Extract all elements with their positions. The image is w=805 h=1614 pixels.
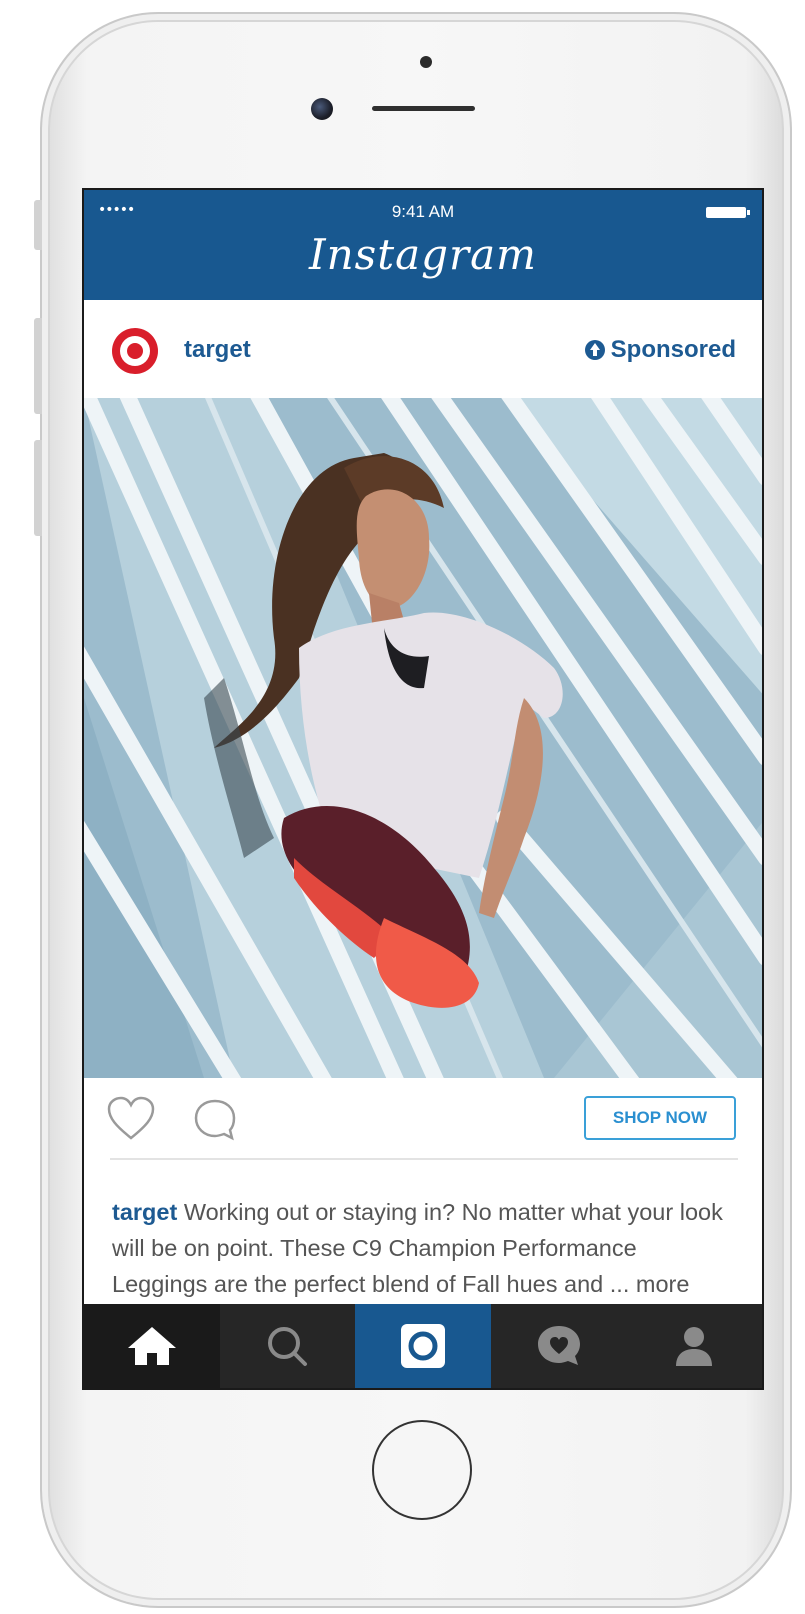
search-icon: [268, 1327, 308, 1366]
tab-activity[interactable]: [491, 1304, 627, 1388]
mute-switch: [34, 200, 42, 250]
caption-text: Working out or staying in? No matter wha…: [112, 1199, 723, 1297]
status-bar: ••••• 9:41 AM: [84, 190, 762, 230]
app-title: Instagram: [309, 230, 537, 279]
sponsored-label[interactable]: Sponsored: [584, 336, 736, 364]
bottom-tab-bar: [84, 1304, 762, 1388]
target-logo-avatar[interactable]: [112, 328, 158, 374]
post-header: target Sponsored: [84, 300, 762, 398]
home-icon: [127, 1327, 176, 1365]
caption-username[interactable]: target: [112, 1199, 177, 1225]
earpiece-speaker: [372, 106, 475, 111]
instagram-header: ••••• 9:41 AM Instagram: [84, 190, 762, 300]
comment-bubble-icon[interactable]: [192, 1098, 238, 1147]
home-button[interactable]: [372, 1420, 472, 1520]
sponsored-text: Sponsored: [610, 336, 736, 363]
activity-icon: [537, 1326, 580, 1365]
tab-search[interactable]: [220, 1304, 356, 1388]
status-time: 9:41 AM: [391, 202, 455, 221]
post-photo-illustration: [84, 398, 762, 1078]
post-username[interactable]: target: [184, 336, 251, 364]
camera-icon: [400, 1324, 445, 1368]
tab-home[interactable]: [84, 1304, 220, 1388]
sponsored-arrow-icon: [584, 340, 605, 360]
volume-down-button: [34, 440, 42, 536]
battery-icon: [706, 207, 750, 218]
front-camera: [311, 98, 333, 120]
tab-camera[interactable]: [355, 1304, 491, 1388]
proximity-sensor: [420, 56, 432, 68]
tab-profile[interactable]: [626, 1304, 762, 1388]
post-photo[interactable]: [84, 398, 762, 1078]
actions-divider: [110, 1158, 738, 1160]
volume-up-button: [34, 318, 42, 414]
phone-screen: ••••• 9:41 AM Instagram target Sponsored: [82, 188, 764, 1390]
profile-icon: [676, 1327, 713, 1366]
post-actions-bar: SHOP NOW: [84, 1078, 762, 1166]
like-heart-icon[interactable]: [106, 1096, 156, 1147]
shop-now-button[interactable]: SHOP NOW: [584, 1096, 736, 1140]
post-caption: target Working out or staying in? No mat…: [112, 1194, 738, 1302]
